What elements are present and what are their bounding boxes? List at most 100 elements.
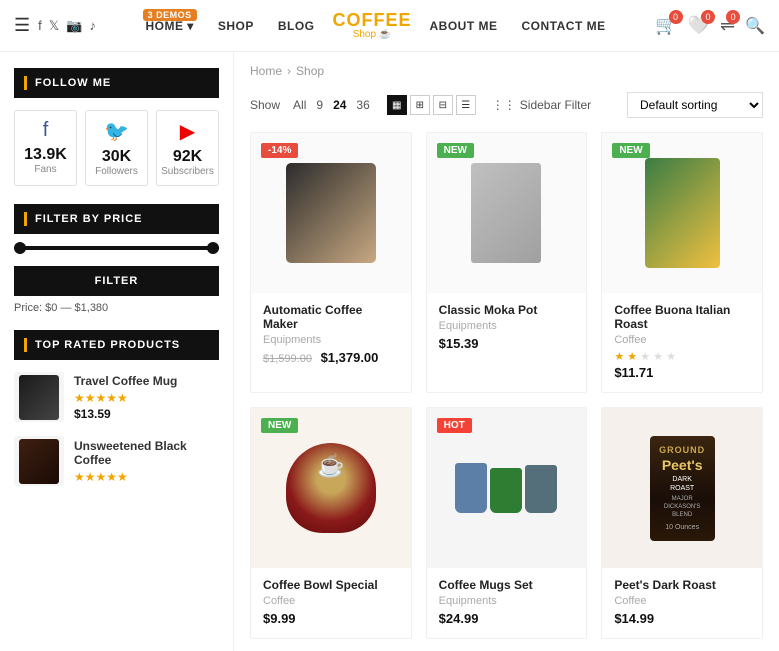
main-content: Home › Shop Show All 9 24 36 ▦ ⊞ ⊟ ☰ ⋮⋮ … bbox=[234, 52, 779, 651]
product-img-2: NEW bbox=[427, 133, 587, 293]
mugs-image bbox=[455, 463, 557, 513]
filter-price-title: FILTER BY PRICE bbox=[14, 204, 219, 234]
top-rated-img-2 bbox=[14, 436, 64, 486]
product-price-4: $9.99 bbox=[263, 611, 399, 626]
top-rated-info-2: Unsweetened Black Coffee ★★★★★ bbox=[74, 439, 219, 484]
product-name-1[interactable]: Automatic Coffee Maker bbox=[263, 303, 399, 331]
product-card-6: GROUND Peet's DARKROAST MAJORDICKASON'SB… bbox=[601, 407, 763, 639]
facebook-icon[interactable]: f bbox=[38, 18, 42, 34]
product-card-2: NEW Classic Moka Pot Equipments $15.39 bbox=[426, 132, 588, 393]
nav-contact[interactable]: CONTACT ME bbox=[510, 19, 618, 33]
product-category-6: Coffee bbox=[614, 595, 750, 607]
twitter-icon[interactable]: 𝕏 bbox=[49, 18, 59, 34]
product-card-4: NEW ☕ Coffee Bowl Special Coffee $9.99 bbox=[250, 407, 412, 639]
sidebar-filter-icon: ⋮⋮ bbox=[492, 98, 516, 112]
youtube-label: Subscribers bbox=[161, 166, 214, 177]
new-price-1: $1,379.00 bbox=[321, 350, 379, 365]
logo-text: COFFEE bbox=[333, 11, 412, 29]
top-rated-name-2[interactable]: Unsweetened Black Coffee bbox=[74, 439, 219, 467]
top-rated-item: Travel Coffee Mug ★★★★★ $13.59 bbox=[14, 372, 219, 422]
product-category-5: Equipments bbox=[439, 595, 575, 607]
product-info-6: Peet's Dark Roast Coffee $14.99 bbox=[602, 568, 762, 638]
sidebar: FOLLOW ME f 13.9K Fans 🐦 30K Followers ▶… bbox=[0, 52, 234, 651]
product-img-5: HOT bbox=[427, 408, 587, 568]
breadcrumb-home[interactable]: Home bbox=[250, 64, 282, 78]
cart-icon[interactable]: 🛒0 bbox=[655, 15, 677, 36]
product-price-3: $11.71 bbox=[614, 365, 750, 380]
product-category-3: Coffee bbox=[614, 334, 750, 346]
product-grid: -14% Automatic Coffee Maker Equipments $… bbox=[250, 132, 763, 639]
show-all[interactable]: All bbox=[290, 97, 309, 113]
star-empty-3: ★ bbox=[666, 351, 676, 363]
peets-roast: DARKROAST bbox=[670, 475, 694, 493]
instagram-icon[interactable]: 📷 bbox=[66, 18, 82, 34]
filter-button[interactable]: FILTER bbox=[14, 266, 219, 296]
sidebar-filter-btn[interactable]: ⋮⋮ Sidebar Filter bbox=[492, 98, 591, 112]
product-category-1: Equipments bbox=[263, 334, 399, 346]
youtube-social-icon: ▶ bbox=[161, 119, 214, 144]
top-rated-name-1[interactable]: Travel Coffee Mug bbox=[74, 374, 177, 388]
peets-label: GROUND bbox=[659, 445, 705, 455]
product-name-6[interactable]: Peet's Dark Roast bbox=[614, 578, 750, 592]
product-name-3[interactable]: Coffee Buona Italian Roast bbox=[614, 303, 750, 331]
product-category-4: Coffee bbox=[263, 595, 399, 607]
facebook-follow-card[interactable]: f 13.9K Fans bbox=[14, 110, 77, 186]
price-slider-bar[interactable] bbox=[14, 246, 219, 250]
breadcrumb-current: Shop bbox=[296, 64, 324, 78]
twitter-follow-card[interactable]: 🐦 30K Followers bbox=[85, 110, 148, 186]
product-badge-2: NEW bbox=[437, 143, 474, 158]
product-badge-4: NEW bbox=[261, 418, 298, 433]
logo-subtext: Shop ☕ bbox=[353, 29, 392, 40]
site-logo[interactable]: COFFEE Shop ☕ bbox=[333, 11, 412, 40]
wishlist-icon[interactable]: 🤍0 bbox=[688, 15, 710, 36]
grid-large-view-icon[interactable]: ⊟ bbox=[433, 95, 453, 115]
nav-home[interactable]: 3 DEMOS HOME ▾ bbox=[133, 19, 205, 33]
product-img-4: NEW ☕ bbox=[251, 408, 411, 568]
tiktok-icon[interactable]: ♪ bbox=[89, 18, 96, 34]
price-handle-right[interactable] bbox=[207, 242, 219, 254]
follow-cards: f 13.9K Fans 🐦 30K Followers ▶ 92K Subsc… bbox=[14, 110, 219, 186]
search-icon[interactable]: 🔍 bbox=[745, 16, 765, 36]
main-nav: 3 DEMOS HOME ▾ SHOP BLOG COFFEE Shop ☕ A… bbox=[133, 11, 617, 40]
product-badge-5: HOT bbox=[437, 418, 472, 433]
coffee-maker-image bbox=[286, 163, 376, 263]
menu-icon[interactable]: ☰ bbox=[14, 15, 30, 36]
peets-logo: Peet's bbox=[662, 457, 703, 473]
twitter-social-icon: 🐦 bbox=[90, 119, 143, 144]
list-view-icon[interactable]: ☰ bbox=[456, 95, 476, 115]
product-name-5[interactable]: Coffee Mugs Set bbox=[439, 578, 575, 592]
product-price-5: $24.99 bbox=[439, 611, 575, 626]
product-stars-3: ★ ★ ★ ★ ★ bbox=[614, 350, 750, 363]
star-empty-2: ★ bbox=[653, 351, 663, 363]
bowl-contents: ☕ bbox=[317, 453, 344, 479]
nav-about[interactable]: ABOUT ME bbox=[418, 19, 510, 33]
product-name-2[interactable]: Classic Moka Pot bbox=[439, 303, 575, 317]
price-handle-left[interactable] bbox=[14, 242, 26, 254]
nav-shop[interactable]: SHOP bbox=[206, 19, 266, 33]
youtube-follow-card[interactable]: ▶ 92K Subscribers bbox=[156, 110, 219, 186]
show-24[interactable]: 24 bbox=[330, 97, 349, 113]
top-rated-title: TOP RATED PRODUCTS bbox=[14, 330, 219, 360]
star-filled-1: ★ bbox=[614, 351, 624, 363]
product-info-2: Classic Moka Pot Equipments $15.39 bbox=[427, 293, 587, 363]
grid-view-icon[interactable]: ▦ bbox=[387, 95, 407, 115]
price-slider-fill bbox=[14, 246, 219, 250]
mug-3 bbox=[525, 465, 557, 513]
product-info-5: Coffee Mugs Set Equipments $24.99 bbox=[427, 568, 587, 638]
product-img-3: NEW bbox=[602, 133, 762, 293]
product-category-2: Equipments bbox=[439, 320, 575, 332]
demos-badge: 3 DEMOS bbox=[143, 9, 197, 21]
sidebar-filter-label: Sidebar Filter bbox=[520, 98, 591, 112]
compare-icon[interactable]: ⇌0 bbox=[720, 15, 735, 36]
header-right: 🛒0 🤍0 ⇌0 🔍 bbox=[655, 15, 765, 36]
product-price-6: $14.99 bbox=[614, 611, 750, 626]
sort-select[interactable]: Default sorting Price: Low to High Price… bbox=[627, 92, 763, 118]
shop-toolbar: Show All 9 24 36 ▦ ⊞ ⊟ ☰ ⋮⋮ Sidebar Filt… bbox=[250, 92, 763, 118]
grid-small-view-icon[interactable]: ⊞ bbox=[410, 95, 430, 115]
product-img-1: -14% bbox=[251, 133, 411, 293]
show-9[interactable]: 9 bbox=[313, 97, 326, 113]
site-header: ☰ f 𝕏 📷 ♪ 3 DEMOS HOME ▾ SHOP BLOG COFFE… bbox=[0, 0, 779, 52]
show-36[interactable]: 36 bbox=[353, 97, 372, 113]
product-name-4[interactable]: Coffee Bowl Special bbox=[263, 578, 399, 592]
nav-blog[interactable]: BLOG bbox=[266, 19, 327, 33]
